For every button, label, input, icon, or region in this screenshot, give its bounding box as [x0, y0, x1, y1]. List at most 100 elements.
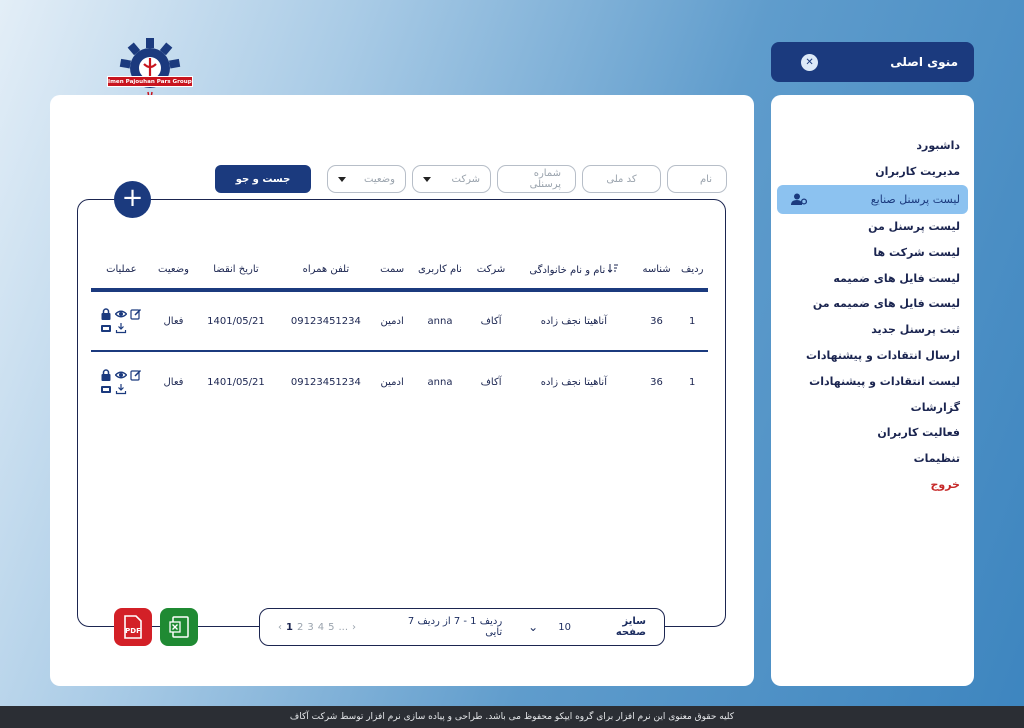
lock-icon[interactable] [100, 308, 112, 320]
sidebar-item-attachments[interactable]: لیست فایل های ضمیمه [771, 265, 974, 291]
plus-icon[interactable]: + [114, 181, 151, 218]
cell-id: 36 [636, 290, 677, 352]
download-icon[interactable] [115, 383, 127, 395]
header-operations: عملیات [91, 250, 152, 292]
cell-expiry-date: 1401/05/21 [195, 290, 277, 352]
personnel-number-filter-placeholder: شماره پرسنلی [529, 168, 561, 190]
page-number[interactable]: 5 [328, 622, 334, 633]
sidebar-item-label: مدیریت کاربران [875, 165, 960, 179]
sidebar-item-my-personnel[interactable]: لیست پرسنل من [771, 214, 974, 240]
sidebar-item-label: گزارشات [910, 400, 960, 414]
page-number-current[interactable]: 1 [286, 622, 293, 633]
cell-row-number: 1 [689, 376, 696, 388]
cell-mobile: 09123451234 [276, 290, 376, 352]
header-mobile: تلفن همراه [276, 250, 376, 292]
sidebar-item-label: لیست فایل های ضمیمه من [812, 297, 960, 311]
personnel-number-filter-input[interactable]: شماره پرسنلی [497, 165, 576, 193]
pdf-file-icon[interactable]: PDF [114, 608, 152, 646]
header-position: سمت [375, 250, 410, 292]
chevron-left-icon[interactable]: ‹ [278, 622, 282, 633]
user-settings-icon [791, 193, 807, 206]
download-icon[interactable] [115, 322, 127, 334]
eye-icon[interactable] [114, 308, 127, 320]
cell-mobile: 09123451234 [290, 376, 361, 388]
sidebar-item-user-management[interactable]: مدیریت کاربران [771, 159, 974, 185]
caret-down-icon [338, 176, 346, 182]
sidebar-item-industry-personnel[interactable]: لیست پرسنل صنایع [777, 184, 968, 214]
cell-status: فعال [151, 290, 196, 352]
sidebar-item-label: لیست پرسنل من [868, 219, 960, 233]
cell-operations [91, 351, 152, 412]
sidebar-item-reports[interactable]: گزارشات [771, 394, 974, 420]
edit-icon[interactable] [130, 369, 142, 381]
sidebar-item-companies[interactable]: لیست شرکت ها [771, 239, 974, 265]
page-ellipsis: ... [338, 621, 349, 633]
id-card-icon[interactable] [100, 322, 112, 334]
page-number[interactable]: 3 [307, 622, 313, 633]
cell-full-name: آناهیتا نجف زاده [511, 290, 637, 352]
cell-id: 36 [650, 376, 663, 388]
chevron-right-icon[interactable]: › [352, 622, 356, 633]
sidebar-item-settings[interactable]: تنظیمات [771, 446, 974, 472]
sidebar-item-label: لیست شرکت ها [873, 245, 960, 259]
name-filter-input[interactable]: نام [667, 165, 727, 193]
sidebar-item-user-activity[interactable]: فعالیت کاربران [771, 420, 974, 446]
page-number[interactable]: 2 [297, 622, 303, 633]
sidebar-item-logout[interactable]: خروج [771, 472, 974, 498]
lock-icon[interactable] [100, 369, 112, 381]
header-full-name[interactable]: نام و نام خانوادگی [511, 250, 637, 292]
caret-down-icon [423, 176, 431, 182]
sidebar-item-label: داشبورد [916, 139, 960, 153]
sort-icon[interactable] [605, 263, 619, 276]
sidebar-item-send-feedback[interactable]: ارسال انتقادات و پیشنهادات [771, 343, 974, 369]
row-actions [100, 308, 143, 334]
excel-file-icon[interactable] [160, 608, 198, 646]
sidebar-item-my-attachments[interactable]: لیست فایل های ضمیمه من [771, 291, 974, 317]
search-button[interactable]: جست و جو [215, 165, 311, 193]
header-full-name-label: نام و نام خانوادگی [529, 264, 606, 276]
edit-icon[interactable] [130, 308, 142, 320]
page-size-label: سایز صفحه [615, 616, 646, 638]
name-filter-placeholder: نام [699, 173, 712, 185]
pagination-bar: سایز صفحه 10 ⌄ ردیف 1 - 7 از ردیف 7 تایی… [259, 608, 665, 646]
sidebar-item-new-personnel[interactable]: ثبت پرسنل جدید [771, 317, 974, 343]
header-expiry-date: تاریخ انقضا [195, 250, 277, 292]
cell-position: ادمین [380, 376, 404, 388]
sidebar-item-label: ثبت پرسنل جدید [871, 323, 960, 337]
page-number[interactable]: 4 [318, 622, 324, 633]
sidebar-item-label: لیست فایل های ضمیمه [833, 271, 960, 285]
sidebar-item-label: فعالیت کاربران [877, 426, 960, 440]
page-numbers: ‹ 1 2 3 4 5 ... › [278, 622, 356, 633]
eye-icon[interactable] [114, 369, 127, 381]
sidebar-item-label: تنظیمات [913, 452, 960, 466]
cell-username: anna [427, 376, 453, 388]
personnel-table: ردیف شناسه نام و نام خانوادگی شرکت نام ک… [91, 250, 708, 412]
sidebar-item-label: لیست پرسنل صنایع [870, 192, 960, 206]
header-row-number: ردیف [676, 250, 708, 292]
national-code-filter-placeholder: کد ملی [606, 173, 637, 185]
cell-username: anna [409, 290, 471, 352]
logo-company-text: Imen Pajouhan Pars Group. [107, 76, 193, 87]
cell-full-name: آناهیتا نجف زاده [540, 376, 607, 388]
status-filter-select[interactable]: وضعیت [327, 165, 406, 193]
chevron-down-icon[interactable]: ⌄ [528, 620, 538, 634]
copyright-footer: کلیه حقوق معنوی این نرم افزار برای گروه … [0, 706, 1024, 728]
id-card-icon[interactable] [100, 383, 112, 395]
table-row: 1 36 آناهیتا نجف زاده آکاف anna ادمین 09… [91, 351, 708, 412]
national-code-filter-input[interactable]: کد ملی [582, 165, 661, 193]
cell-company: آکاف [480, 376, 502, 388]
page-size-value[interactable]: 10 [558, 622, 571, 633]
sidebar: داشبورد مدیریت کاربران لیست پرسنل صنایع … [771, 95, 974, 686]
close-icon[interactable]: ✕ [801, 53, 818, 71]
sidebar-item-feedback-list[interactable]: لیست انتقادات و پیشنهادات [771, 368, 974, 394]
sidebar-item-dashboard[interactable]: داشبورد [771, 133, 974, 159]
cell-company: آکاف [470, 290, 512, 352]
main-menu-header: منوی اصلی ✕ [771, 42, 974, 82]
table-row: 1 36 آناهیتا نجف زاده آکاف anna ادمین 09… [91, 290, 708, 352]
company-filter-select[interactable]: شرکت [412, 165, 491, 193]
main-menu-title: منوی اصلی [890, 55, 958, 69]
row-actions [100, 369, 143, 395]
sidebar-item-label: ارسال انتقادات و پیشنهادات [806, 348, 960, 362]
cell-expiry-date: 1401/05/21 [207, 376, 265, 388]
cell-status: فعال [163, 376, 184, 388]
